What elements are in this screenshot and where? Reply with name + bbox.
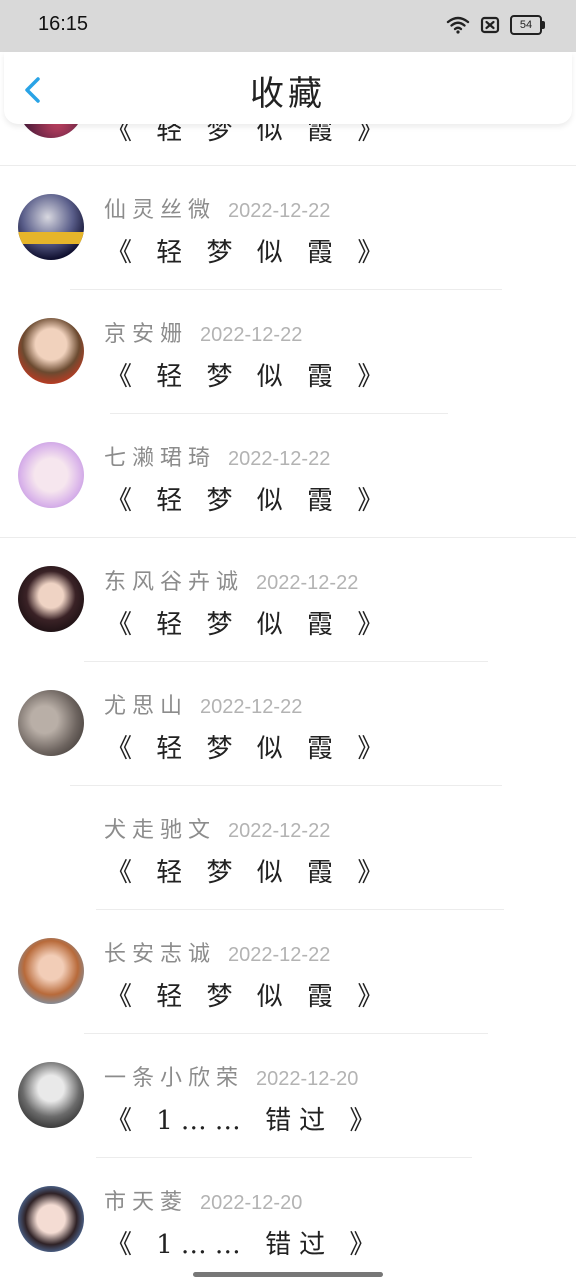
home-indicator[interactable]: [193, 1272, 383, 1277]
item-date: 2022-12-22: [228, 944, 331, 966]
top-navigation-bar: 收藏: [4, 52, 572, 124]
avatar: [18, 566, 84, 632]
avatar: [18, 318, 84, 384]
item-meta: 仙灵丝微 2022-12-22: [104, 192, 330, 224]
author-name: 一条小欣荣: [104, 1066, 245, 1091]
poem-title: 《 轻 梦 似 霞 》: [106, 858, 392, 888]
item-date: 2022-12-20: [200, 1192, 303, 1214]
list-item[interactable]: 尤思山 2022-12-22 《 轻 梦 似 霞 》: [0, 662, 576, 786]
author-name: 仙灵丝微: [104, 198, 217, 223]
avatar: [18, 1186, 84, 1252]
list-item[interactable]: 一条小欣荣 2022-12-20 《 1…… 错过 》: [0, 1034, 576, 1158]
item-meta: 京安姗 2022-12-22: [104, 316, 302, 348]
list-item[interactable]: 市天菱 2022-12-20 《 1…… 错过 》: [0, 1158, 576, 1282]
poem-title: 《 轻 梦 似 霞 》: [106, 486, 392, 516]
poem-title: 《 轻 梦 似 霞 》: [106, 238, 392, 268]
item-date: 2022-12-22: [228, 448, 331, 470]
item-date: 2022-12-22: [228, 200, 331, 222]
item-meta: 尤思山 2022-12-22: [104, 688, 302, 720]
item-meta: 市天菱 2022-12-20: [104, 1184, 302, 1216]
avatar: [18, 690, 84, 756]
item-date: 2022-12-22: [228, 820, 331, 842]
wifi-icon: [446, 16, 470, 34]
author-name: 尤思山: [104, 694, 189, 719]
item-meta: 一条小欣荣 2022-12-20: [104, 1060, 358, 1092]
avatar: [18, 1062, 84, 1128]
list-item[interactable]: 犬走驰文 2022-12-22 《 轻 梦 似 霞 》: [0, 786, 576, 910]
status-time: 16:15: [38, 13, 89, 35]
list-item[interactable]: 七濑珺琦 2022-12-22 《 轻 梦 似 霞 》: [0, 414, 576, 538]
item-meta: 七濑珺琦 2022-12-22: [104, 440, 330, 472]
item-date: 2022-12-20: [256, 1068, 359, 1090]
author-name: 市天菱: [104, 1190, 189, 1215]
list-item[interactable]: 东风谷卉诚 2022-12-22 《 轻 梦 似 霞 》: [0, 538, 576, 662]
avatar: [18, 938, 84, 1004]
poem-title: 《 轻 梦 似 霞 》: [106, 362, 392, 392]
list-item[interactable]: 长安志诚 2022-12-22 《 轻 梦 似 霞 》: [0, 910, 576, 1034]
item-meta: 东风谷卉诚 2022-12-22: [104, 564, 358, 596]
author-name: 东风谷卉诚: [104, 570, 245, 595]
battery-icon: 54: [510, 15, 545, 35]
item-meta: 长安志诚 2022-12-22: [104, 936, 330, 968]
author-name: 犬走驰文: [104, 818, 217, 843]
item-date: 2022-12-22: [200, 696, 303, 718]
poem-title: 《 1…… 错过 》: [106, 1106, 384, 1136]
page-title: 收藏: [250, 74, 326, 114]
avatar: [18, 442, 84, 508]
list-item[interactable]: 京安姗 2022-12-22 《 轻 梦 似 霞 》: [0, 290, 576, 414]
avatar: [18, 194, 84, 260]
status-icons: 54: [446, 14, 545, 36]
author-name: 七濑珺琦: [104, 446, 217, 471]
item-date: 2022-12-22: [200, 324, 303, 346]
item-meta: 犬走驰文 2022-12-22: [104, 812, 330, 844]
status-bar: 16:15 54: [0, 0, 576, 52]
poem-title: 《 轻 梦 似 霞 》: [106, 982, 392, 1012]
sim-disabled-icon: [480, 16, 500, 34]
item-date: 2022-12-22: [256, 572, 359, 594]
poem-title: 《 1…… 错过 》: [106, 1230, 384, 1260]
poem-title: 《 轻 梦 似 霞 》: [106, 610, 392, 640]
author-name: 长安志诚: [104, 942, 217, 967]
list-item[interactable]: 仙灵丝微 2022-12-22 《 轻 梦 似 霞 》: [0, 166, 576, 290]
author-name: 京安姗: [104, 322, 189, 347]
poem-title: 《 轻 梦 似 霞 》: [106, 734, 392, 764]
